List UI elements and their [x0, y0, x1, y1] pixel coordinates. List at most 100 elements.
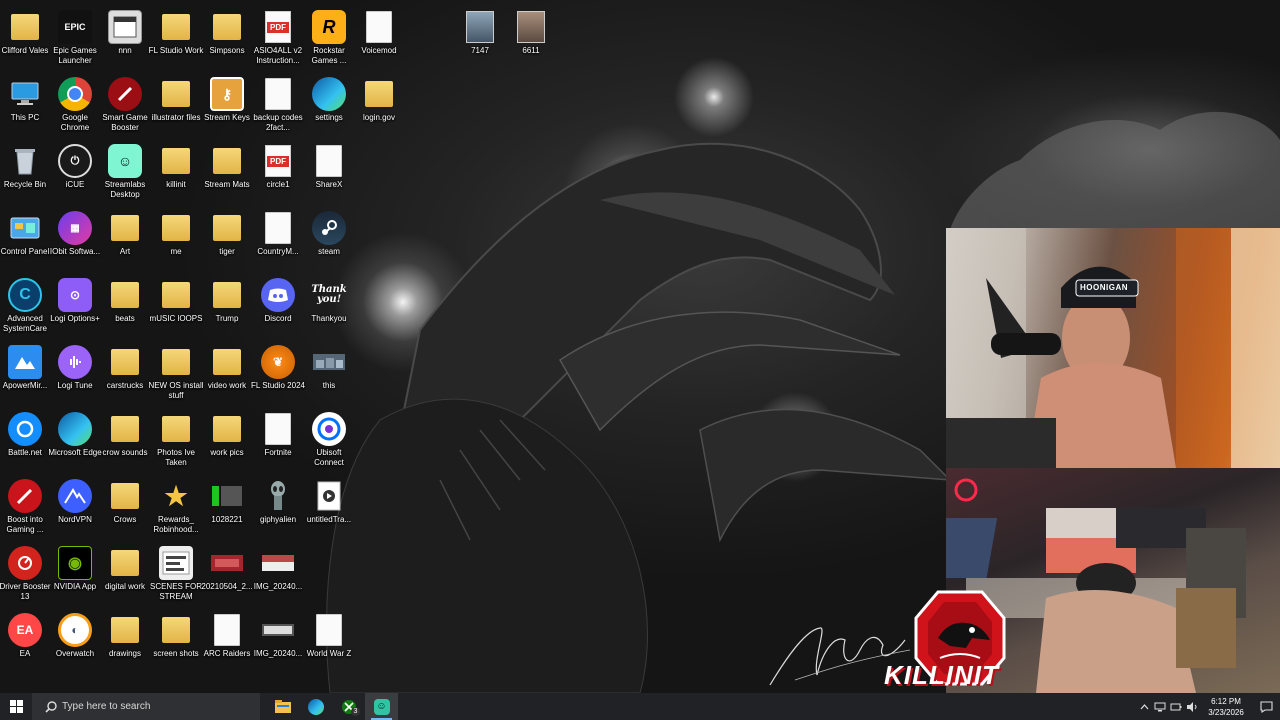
desktop-icon-apowermirror[interactable]: ApowerMir... — [0, 339, 50, 406]
desktop-icon-battle-net[interactable]: Battle.net — [0, 406, 50, 473]
desktop-icon-7147[interactable]: 7147 — [455, 4, 505, 71]
desktop-icon-photos-ive-taken[interactable]: Photos Ive Taken — [151, 406, 201, 473]
desktop-icon-fl-studio-2024[interactable]: ❦ FL Studio 2024 — [251, 339, 305, 406]
volume-icon[interactable] — [1184, 693, 1200, 720]
thankyou-image-icon: Thank you! — [311, 284, 347, 305]
desktop-icon-stream-mats[interactable]: Stream Mats — [202, 138, 252, 205]
desktop-icon-img-20240-b[interactable]: IMG_20240... — [253, 607, 303, 674]
desktop-icon-digital-work[interactable]: digital work — [100, 540, 150, 607]
desktop-icon-rewards-robinhood[interactable]: ★ Rewards_ Robinhood... — [151, 473, 201, 540]
desktop-icon-control-panel[interactable]: Control Panel — [0, 205, 50, 272]
desktop-icon-fl-studio-work[interactable]: FL Studio Work — [149, 4, 203, 71]
show-hidden-icons-chevron-up-icon[interactable] — [1136, 693, 1152, 720]
desktop-icon-video-work[interactable]: video work — [202, 339, 252, 406]
desktop-icon-illustrator-files[interactable]: illustrator files — [151, 71, 201, 138]
desktop-icon-nnn[interactable]: nnn — [100, 4, 150, 71]
desktop-icon-fortnite[interactable]: Fortnite — [253, 406, 303, 473]
desktop-icon-thankyou[interactable]: Thank you! Thankyou — [304, 272, 354, 339]
desktop-icon-sharex[interactable]: ShareX — [304, 138, 354, 205]
desktop-icon-clifford-vales[interactable]: Clifford Vales — [0, 4, 50, 71]
desktop[interactable]: Clifford Vales This PC Recycle Bin Contr… — [0, 0, 1280, 693]
overwatch-icon: ◐ — [58, 613, 92, 647]
desktop-icon-art[interactable]: Art — [100, 205, 150, 272]
desktop-icon-ea[interactable]: EA EA — [0, 607, 50, 674]
desktop-icon-settings[interactable]: settings — [304, 71, 354, 138]
desktop-icon-overwatch[interactable]: ◐ Overwatch — [50, 607, 100, 674]
desktop-icon-iobit-software[interactable]: ▦ IObit Softwa... — [50, 205, 100, 272]
desktop-icon-screen-shots[interactable]: screen shots — [151, 607, 201, 674]
desktop-icon-tiger[interactable]: tiger — [202, 205, 252, 272]
desktop-icon-voicemod[interactable]: Voicemod — [354, 4, 404, 71]
desktop-icon-giphyalien[interactable]: giphyalien — [253, 473, 303, 540]
desktop-icon-killinit[interactable]: killinit — [151, 138, 201, 205]
desktop-icon-driver-booster[interactable]: Driver Booster 13 — [0, 540, 51, 607]
taskbar-xbox[interactable]: 3 — [332, 693, 365, 720]
network-icon[interactable] — [1152, 693, 1168, 720]
taskbar-clock[interactable]: 6:12 PM 3/23/2026 — [1200, 696, 1252, 718]
desktop-icon-logi-tune[interactable]: Logi Tune — [50, 339, 100, 406]
desktop-icon-beats[interactable]: beats — [100, 272, 150, 339]
desktop-icon-carstrucks[interactable]: carstrucks — [100, 339, 150, 406]
desktop-icon-untitledtrack[interactable]: untitledTra... — [304, 473, 354, 540]
image-file-icon — [210, 479, 244, 513]
folder-icon — [108, 479, 142, 513]
desktop-icon-steam[interactable]: steam — [304, 205, 354, 272]
desktop-icon-login-gov[interactable]: login.gov — [354, 71, 404, 138]
desktop-icon-simpsons[interactable]: Simpsons — [202, 4, 252, 71]
desktop-icon-world-war-z[interactable]: World War Z — [304, 607, 354, 674]
desktop-icon-icue[interactable]: ⏻ iCUE — [50, 138, 100, 205]
taskbar-file-explorer[interactable] — [266, 693, 299, 720]
desktop-icon-1028221[interactable]: 1028221 — [202, 473, 252, 540]
desktop-icon-crow-sounds[interactable]: crow sounds — [100, 406, 150, 473]
chrome-icon — [58, 77, 92, 111]
webcam-face-scene — [946, 228, 1280, 468]
desktop-icon-epic-games[interactable]: EPIC Epic Games Launcher — [50, 4, 100, 71]
desktop-icon-recycle-bin[interactable]: Recycle Bin — [0, 138, 50, 205]
desktop-icon-smart-game-booster[interactable]: Smart Game Booster — [100, 71, 150, 138]
nordvpn-icon — [58, 479, 92, 513]
desktop-icon-this[interactable]: this — [304, 339, 354, 406]
desktop-icon-asio4all-pdf[interactable]: PDF ASIO4ALL v2 Instruction... — [253, 4, 303, 71]
ubisoft-icon — [312, 412, 346, 446]
streamlabs-icon: ☺ — [108, 144, 142, 178]
desktop-icon-circle1[interactable]: PDF circle1 — [253, 138, 303, 205]
desktop-icon-boost-into-gaming[interactable]: Boost into Gaming ... — [0, 473, 50, 540]
desktop-icon-arc-raiders[interactable]: ARC Raiders — [202, 607, 252, 674]
desktop-icon-google-chrome[interactable]: Google Chrome — [50, 71, 100, 138]
desktop-icon-new-os-install-stuff[interactable]: NEW OS install stuff — [148, 339, 204, 406]
system-tray: 6:12 PM 3/23/2026 — [1136, 693, 1280, 720]
desktop-icon-rockstar-games[interactable]: R Rockstar Games ... — [304, 4, 354, 71]
desktop-icon-discord[interactable]: Discord — [253, 272, 303, 339]
notification-center-button[interactable] — [1252, 693, 1280, 720]
desktop-icon-trump[interactable]: Trump — [202, 272, 252, 339]
desktop-icon-countrym[interactable]: CountryM... — [253, 205, 303, 272]
desktop-icon-crows[interactable]: Crows — [100, 473, 150, 540]
desktop-icon-drawings[interactable]: drawings — [100, 607, 150, 674]
desktop-icon-nordvpn[interactable]: NordVPN — [50, 473, 100, 540]
desktop-icon-me[interactable]: me — [151, 205, 201, 272]
start-button[interactable] — [0, 693, 32, 720]
desktop-icon-logi-options[interactable]: ⊙ Logi Options+ — [50, 272, 100, 339]
desktop-icon-streamlabs-desktop[interactable]: ☺ Streamlabs Desktop — [100, 138, 150, 205]
desktop-icon-nvidia-app[interactable]: ◉ NVIDIA App — [50, 540, 100, 607]
taskbar-streamlabs[interactable]: ☺ — [365, 693, 398, 720]
taskbar-edge[interactable] — [299, 693, 332, 720]
desktop-icon-6611[interactable]: 6611 — [506, 4, 556, 71]
desktop-icon-advanced-systemcare[interactable]: C Advanced SystemCare — [0, 272, 50, 339]
steam-icon — [312, 211, 346, 245]
desktop-icon-stream-keys[interactable]: ⚷ Stream Keys — [202, 71, 252, 138]
rockstar-icon: R — [312, 10, 346, 44]
desktop-icon-20210504[interactable]: 20210504_2... — [201, 540, 253, 607]
taskbar-search-box[interactable]: Type here to search — [32, 693, 260, 720]
desktop-icon-img-20240-a[interactable]: IMG_20240... — [253, 540, 303, 607]
desktop-icon-microsoft-edge[interactable]: Microsoft Edge — [48, 406, 102, 473]
desktop-icon-scenes-for-stream[interactable]: SCENES FOR STREAM — [150, 540, 202, 607]
desktop-icon-backup-codes[interactable]: backup codes 2fact... — [253, 71, 303, 138]
folder-icon — [210, 278, 244, 312]
desktop-icon-this-pc[interactable]: This PC — [0, 71, 50, 138]
pdf-icon: PDF — [261, 144, 295, 178]
battery-icon[interactable] — [1168, 693, 1184, 720]
desktop-icon-work-pics[interactable]: work pics — [202, 406, 252, 473]
desktop-icon-ubisoft-connect[interactable]: Ubisoft Connect — [304, 406, 354, 473]
desktop-icon-music-loops[interactable]: mUSIC lOOPS — [150, 272, 202, 339]
